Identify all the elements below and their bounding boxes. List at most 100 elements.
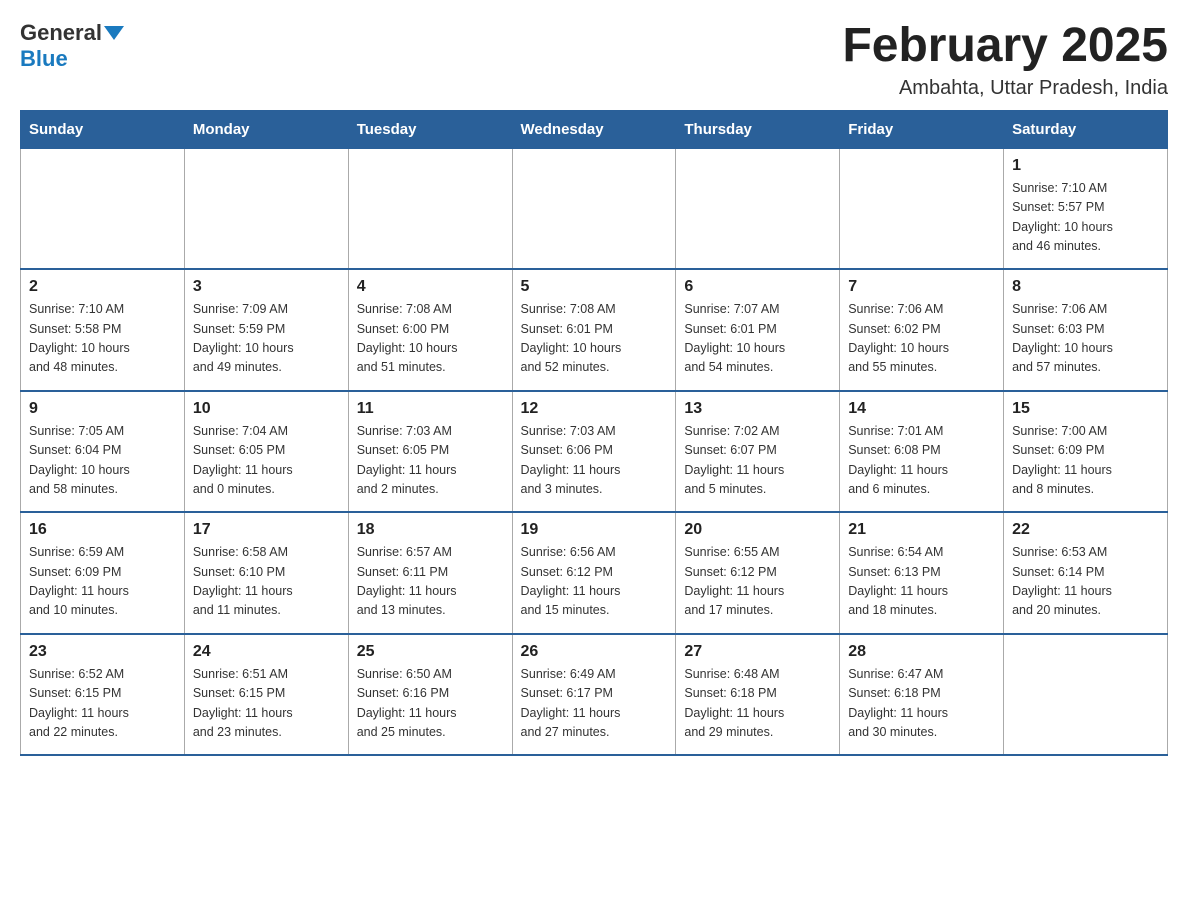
day-number: 18	[357, 521, 504, 539]
day-info: Sunrise: 7:06 AM Sunset: 6:02 PM Dayligh…	[848, 300, 995, 378]
day-number: 25	[357, 643, 504, 661]
day-number: 7	[848, 278, 995, 296]
calendar-cell: 11 Sunrise: 7:03 AM Sunset: 6:05 PM Dayli…	[348, 391, 512, 513]
day-number: 13	[684, 400, 831, 418]
day-info: Sunrise: 7:03 AM Sunset: 6:06 PM Dayligh…	[521, 422, 668, 500]
calendar-cell: 21Sunrise: 6:54 AM Sunset: 6:13 PM Dayli…	[840, 512, 1004, 634]
day-info: Sunrise: 6:47 AM Sunset: 6:18 PM Dayligh…	[848, 665, 995, 743]
weekday-header-sunday: Sunday	[21, 110, 185, 148]
title-block: February 2025 Ambahta, Uttar Pradesh, In…	[842, 20, 1168, 100]
day-info: Sunrise: 7:03 AM Sunset: 6:05 PM Dayligh…	[357, 422, 504, 500]
calendar-cell	[512, 148, 676, 269]
day-info: Sunrise: 6:59 AM Sunset: 6:09 PM Dayligh…	[29, 543, 176, 621]
month-title: February 2025	[842, 20, 1168, 73]
calendar-cell: 19 Sunrise: 6:56 AM Sunset: 6:12 PM Dayli…	[512, 512, 676, 634]
calendar-cell: 27Sunrise: 6:48 AM Sunset: 6:18 PM Dayli…	[676, 634, 840, 756]
calendar-week-row: 1 Sunrise: 7:10 AM Sunset: 5:57 PM Daylig…	[21, 148, 1168, 269]
weekday-header-tuesday: Tuesday	[348, 110, 512, 148]
calendar-cell: 14 Sunrise: 7:01 AM Sunset: 6:08 PM Dayli…	[840, 391, 1004, 513]
day-number: 11	[357, 400, 504, 418]
calendar-cell: 5Sunrise: 7:08 AM Sunset: 6:01 PM Daylig…	[512, 269, 676, 391]
calendar-cell: 3 Sunrise: 7:09 AM Sunset: 5:59 PM Daylig…	[184, 269, 348, 391]
day-number: 1	[1012, 157, 1159, 175]
calendar-cell: 2 Sunrise: 7:10 AM Sunset: 5:58 PM Daylig…	[21, 269, 185, 391]
calendar-cell	[21, 148, 185, 269]
calendar-cell: 16 Sunrise: 6:59 AM Sunset: 6:09 PM Dayli…	[21, 512, 185, 634]
calendar-week-row: 23Sunrise: 6:52 AM Sunset: 6:15 PM Dayli…	[21, 634, 1168, 756]
day-info: Sunrise: 7:10 AM Sunset: 5:57 PM Dayligh…	[1012, 179, 1159, 257]
calendar-cell: 10 Sunrise: 7:04 AM Sunset: 6:05 PM Dayli…	[184, 391, 348, 513]
day-info: Sunrise: 6:52 AM Sunset: 6:15 PM Dayligh…	[29, 665, 176, 743]
day-number: 21	[848, 521, 995, 539]
calendar-cell: 18 Sunrise: 6:57 AM Sunset: 6:11 PM Dayli…	[348, 512, 512, 634]
day-number: 20	[684, 521, 831, 539]
day-info: Sunrise: 7:01 AM Sunset: 6:08 PM Dayligh…	[848, 422, 995, 500]
calendar-cell	[676, 148, 840, 269]
calendar-week-row: 16 Sunrise: 6:59 AM Sunset: 6:09 PM Dayli…	[21, 512, 1168, 634]
day-number: 14	[848, 400, 995, 418]
day-number: 4	[357, 278, 504, 296]
day-info: Sunrise: 7:05 AM Sunset: 6:04 PM Dayligh…	[29, 422, 176, 500]
day-info: Sunrise: 6:56 AM Sunset: 6:12 PM Dayligh…	[521, 543, 668, 621]
calendar-cell: 6 Sunrise: 7:07 AM Sunset: 6:01 PM Daylig…	[676, 269, 840, 391]
calendar-cell: 23Sunrise: 6:52 AM Sunset: 6:15 PM Dayli…	[21, 634, 185, 756]
day-info: Sunrise: 7:04 AM Sunset: 6:05 PM Dayligh…	[193, 422, 340, 500]
day-number: 19	[521, 521, 668, 539]
calendar-cell: 9Sunrise: 7:05 AM Sunset: 6:04 PM Daylig…	[21, 391, 185, 513]
calendar-table: SundayMondayTuesdayWednesdayThursdayFrid…	[20, 110, 1168, 757]
page-header: General Blue February 2025 Ambahta, Utta…	[20, 20, 1168, 100]
calendar-cell: 22Sunrise: 6:53 AM Sunset: 6:14 PM Dayli…	[1004, 512, 1168, 634]
day-number: 10	[193, 400, 340, 418]
calendar-header-row: SundayMondayTuesdayWednesdayThursdayFrid…	[21, 110, 1168, 148]
day-number: 2	[29, 278, 176, 296]
day-info: Sunrise: 7:07 AM Sunset: 6:01 PM Dayligh…	[684, 300, 831, 378]
day-info: Sunrise: 6:51 AM Sunset: 6:15 PM Dayligh…	[193, 665, 340, 743]
day-number: 28	[848, 643, 995, 661]
day-number: 12	[521, 400, 668, 418]
day-info: Sunrise: 7:09 AM Sunset: 5:59 PM Dayligh…	[193, 300, 340, 378]
day-info: Sunrise: 7:02 AM Sunset: 6:07 PM Dayligh…	[684, 422, 831, 500]
calendar-cell: 17 Sunrise: 6:58 AM Sunset: 6:10 PM Dayli…	[184, 512, 348, 634]
logo-blue-text: Blue	[20, 46, 68, 72]
calendar-cell: 12 Sunrise: 7:03 AM Sunset: 6:06 PM Dayli…	[512, 391, 676, 513]
day-info: Sunrise: 6:49 AM Sunset: 6:17 PM Dayligh…	[521, 665, 668, 743]
calendar-cell	[348, 148, 512, 269]
day-number: 27	[684, 643, 831, 661]
calendar-cell: 15Sunrise: 7:00 AM Sunset: 6:09 PM Dayli…	[1004, 391, 1168, 513]
weekday-header-friday: Friday	[840, 110, 1004, 148]
calendar-cell: 20 Sunrise: 6:55 AM Sunset: 6:12 PM Dayli…	[676, 512, 840, 634]
calendar-cell: 7 Sunrise: 7:06 AM Sunset: 6:02 PM Daylig…	[840, 269, 1004, 391]
day-number: 5	[521, 278, 668, 296]
day-info: Sunrise: 7:00 AM Sunset: 6:09 PM Dayligh…	[1012, 422, 1159, 500]
logo-triangle-icon	[104, 26, 124, 40]
day-info: Sunrise: 6:53 AM Sunset: 6:14 PM Dayligh…	[1012, 543, 1159, 621]
day-number: 26	[521, 643, 668, 661]
day-info: Sunrise: 7:06 AM Sunset: 6:03 PM Dayligh…	[1012, 300, 1159, 378]
calendar-cell: 13 Sunrise: 7:02 AM Sunset: 6:07 PM Dayli…	[676, 391, 840, 513]
calendar-week-row: 2 Sunrise: 7:10 AM Sunset: 5:58 PM Daylig…	[21, 269, 1168, 391]
calendar-cell: 8 Sunrise: 7:06 AM Sunset: 6:03 PM Daylig…	[1004, 269, 1168, 391]
day-number: 3	[193, 278, 340, 296]
day-info: Sunrise: 6:55 AM Sunset: 6:12 PM Dayligh…	[684, 543, 831, 621]
day-info: Sunrise: 7:08 AM Sunset: 6:00 PM Dayligh…	[357, 300, 504, 378]
weekday-header-monday: Monday	[184, 110, 348, 148]
day-info: Sunrise: 6:57 AM Sunset: 6:11 PM Dayligh…	[357, 543, 504, 621]
calendar-cell: 1 Sunrise: 7:10 AM Sunset: 5:57 PM Daylig…	[1004, 148, 1168, 269]
day-info: Sunrise: 6:50 AM Sunset: 6:16 PM Dayligh…	[357, 665, 504, 743]
calendar-cell: 4 Sunrise: 7:08 AM Sunset: 6:00 PM Daylig…	[348, 269, 512, 391]
calendar-cell: 28 Sunrise: 6:47 AM Sunset: 6:18 PM Dayli…	[840, 634, 1004, 756]
calendar-cell	[1004, 634, 1168, 756]
day-number: 17	[193, 521, 340, 539]
day-number: 6	[684, 278, 831, 296]
day-number: 16	[29, 521, 176, 539]
day-info: Sunrise: 6:58 AM Sunset: 6:10 PM Dayligh…	[193, 543, 340, 621]
location-title: Ambahta, Uttar Pradesh, India	[842, 77, 1168, 100]
weekday-header-saturday: Saturday	[1004, 110, 1168, 148]
logo-general-text: General	[20, 20, 102, 46]
day-number: 8	[1012, 278, 1159, 296]
calendar-cell	[840, 148, 1004, 269]
calendar-cell: 25 Sunrise: 6:50 AM Sunset: 6:16 PM Dayli…	[348, 634, 512, 756]
calendar-cell: 24Sunrise: 6:51 AM Sunset: 6:15 PM Dayli…	[184, 634, 348, 756]
day-info: Sunrise: 7:10 AM Sunset: 5:58 PM Dayligh…	[29, 300, 176, 378]
weekday-header-wednesday: Wednesday	[512, 110, 676, 148]
